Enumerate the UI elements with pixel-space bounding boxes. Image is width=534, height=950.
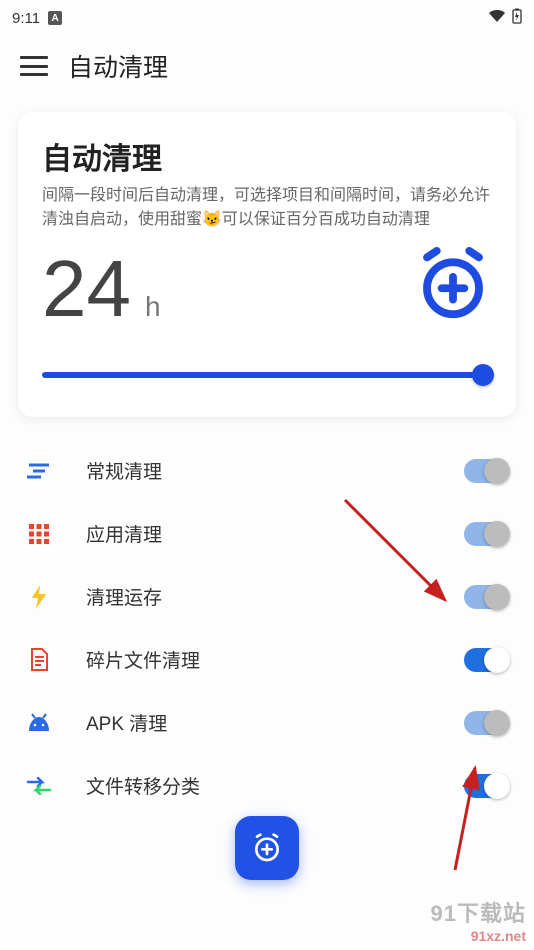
interval-value: 24 h — [42, 249, 161, 329]
status-bar: 9:11 A — [0, 0, 534, 30]
list-item-fragment-clean: 碎片文件清理 — [26, 628, 508, 691]
toggle-fragment-clean[interactable] — [464, 648, 508, 672]
toggle-app-clean[interactable] — [464, 522, 508, 546]
page-title: 自动清理 — [68, 48, 168, 84]
wifi-icon — [488, 9, 506, 27]
list-item-apk-clean: APK 清理 — [26, 691, 508, 754]
bolt-icon — [26, 584, 52, 610]
transfer-icon — [26, 773, 52, 799]
card-description: 间隔一段时间后自动清理，可选择项目和间隔时间，请务必允许清浊自启动，使用甜蜜😼可… — [42, 184, 492, 232]
interval-slider[interactable] — [42, 363, 492, 387]
alarm-add-icon[interactable] — [414, 246, 492, 329]
list-item-app-clean: 应用清理 — [26, 502, 508, 565]
list-item-label: 应用清理 — [86, 520, 162, 547]
battery-icon — [512, 8, 522, 28]
watermark: 91下载站 91xz.net — [431, 896, 526, 944]
interval-number: 24 — [42, 249, 131, 329]
interval-unit: h — [145, 291, 161, 323]
grid-icon — [26, 521, 52, 547]
status-time: 9:11 — [12, 10, 40, 27]
list-item-file-transfer: 文件转移分类 — [26, 754, 508, 817]
list-item-memory-clean: 清理运存 — [26, 565, 508, 628]
card-title: 自动清理 — [42, 134, 492, 178]
list-item-label: 碎片文件清理 — [86, 646, 200, 673]
status-badge-icon: A — [48, 11, 62, 25]
toggle-regular-clean[interactable] — [464, 459, 508, 483]
toggle-file-transfer[interactable] — [464, 774, 508, 798]
auto-clean-card: 自动清理 间隔一段时间后自动清理，可选择项目和间隔时间，请务必允许清浊自启动，使… — [18, 112, 516, 417]
list-item-regular-clean: 常规清理 — [26, 439, 508, 502]
doc-icon — [26, 647, 52, 673]
watermark-line2: 91xz.net — [431, 928, 526, 944]
android-icon — [26, 710, 52, 736]
toggle-apk-clean[interactable] — [464, 711, 508, 735]
option-list: 常规清理 应用清理 清理运存 — [0, 439, 534, 817]
app-bar: 自动清理 — [0, 30, 534, 94]
menu-icon[interactable] — [20, 56, 48, 76]
watermark-line1: 91下载站 — [431, 896, 526, 928]
list-item-label: 文件转移分类 — [86, 772, 200, 799]
list-item-label: 清理运存 — [86, 583, 162, 610]
list-item-label: 常规清理 — [86, 457, 162, 484]
list-item-label: APK 清理 — [86, 709, 167, 736]
fab-alarm-button[interactable] — [235, 816, 299, 880]
lines-icon — [26, 458, 52, 484]
toggle-memory-clean[interactable] — [464, 585, 508, 609]
